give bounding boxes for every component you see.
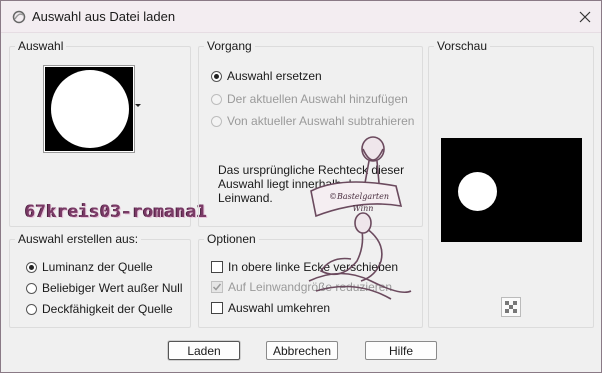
radio-indicator	[211, 115, 222, 127]
help-button[interactable]: Hilfe	[365, 341, 437, 360]
watermark-name-text: 67kreis03-romana1	[25, 202, 208, 222]
window-title: Auswahl aus Datei laden	[32, 9, 176, 24]
optionen-group-label: Optionen	[204, 232, 259, 246]
radio-indicator	[26, 261, 37, 273]
checkbox-indicator	[211, 302, 223, 314]
radio-indicator	[211, 70, 222, 82]
radio-auswahl-subtrahieren[interactable]: Von aktueller Auswahl subtrahieren	[211, 114, 414, 128]
checkbox-indicator	[211, 261, 223, 273]
radio-label: Der aktuellen Auswahl hinzufügen	[227, 92, 408, 106]
vorgang-group-label: Vorgang	[204, 39, 255, 53]
checkbox-indicator	[211, 281, 223, 293]
auswahl-group-label: Auswahl	[15, 39, 67, 53]
radio-indicator	[26, 303, 37, 315]
thumbnail-dropdown-arrow[interactable]	[135, 104, 141, 107]
preview-toggle-button[interactable]	[501, 297, 521, 317]
app-icon	[12, 10, 26, 24]
watermark-logo-graphic: ©Bastelgarten Winn	[308, 136, 412, 300]
watermark-logo-text: ©Bastelgarten	[329, 192, 389, 201]
selection-thumbnail[interactable]	[43, 65, 135, 153]
cancel-button[interactable]: Abbrechen	[266, 341, 338, 360]
radio-luminanz[interactable]: Luminanz der Quelle	[26, 260, 153, 274]
radio-deckfaehigkeit[interactable]: Deckfähigkeit der Quelle	[26, 302, 173, 316]
checkmark-icon	[212, 283, 222, 291]
title-bar: Auswahl aus Datei laden	[1, 1, 601, 33]
radio-label: Von aktueller Auswahl subtrahieren	[227, 114, 415, 128]
vorschau-group: Vorschau	[428, 39, 594, 328]
close-button[interactable]	[573, 6, 597, 28]
radio-auswahl-ersetzen[interactable]: Auswahl ersetzen	[211, 69, 322, 83]
radio-label: Beliebiger Wert außer Null	[42, 281, 183, 295]
close-icon	[579, 11, 591, 23]
radio-indicator	[26, 282, 37, 294]
checkerboard-icon	[505, 301, 517, 313]
preview-canvas	[441, 138, 582, 242]
radio-indicator	[211, 93, 222, 105]
erstellen-group-label: Auswahl erstellen aus:	[15, 232, 142, 246]
load-button[interactable]: Laden	[168, 341, 240, 360]
radio-auswahl-hinzufuegen[interactable]: Der aktuellen Auswahl hinzufügen	[211, 92, 408, 106]
dialog-window: Auswahl aus Datei laden Auswahl 67kreis0…	[0, 0, 602, 373]
radio-label: Luminanz der Quelle	[42, 260, 153, 274]
radio-beliebiger-wert[interactable]: Beliebiger Wert außer Null	[26, 281, 183, 295]
vorschau-group-label: Vorschau	[434, 39, 491, 53]
selection-circle-shape	[51, 70, 129, 148]
watermark-logo-text: Winn	[353, 204, 374, 213]
radio-label: Deckfähigkeit der Quelle	[42, 302, 173, 316]
auswahl-group: Auswahl	[9, 39, 191, 227]
preview-circle-shape	[458, 172, 497, 211]
radio-label: Auswahl ersetzen	[227, 69, 322, 83]
